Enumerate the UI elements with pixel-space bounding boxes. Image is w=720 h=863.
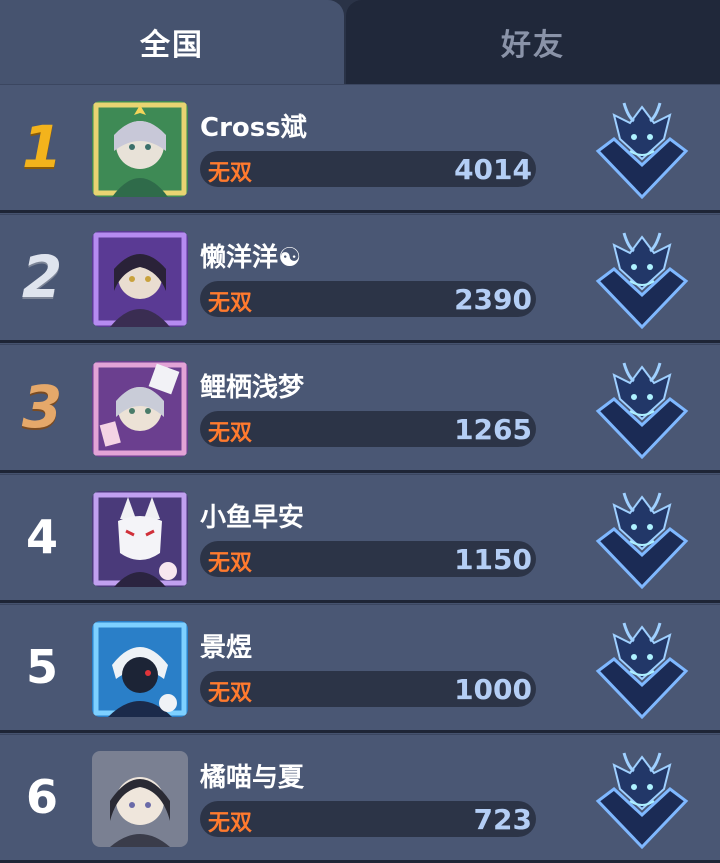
score-value: 1000 bbox=[454, 673, 532, 706]
player-name: 小鱼早安 bbox=[200, 503, 305, 533]
score-value: 2390 bbox=[454, 283, 532, 316]
player-avatar[interactable] bbox=[92, 491, 188, 587]
rank-tier-label: 无双 bbox=[208, 161, 253, 186]
score-value: 723 bbox=[473, 803, 532, 836]
player-avatar[interactable] bbox=[92, 231, 188, 327]
leaderboard-row-5[interactable]: 5 景煜 无双 1000 bbox=[0, 604, 720, 733]
tab-friends[interactable]: 好友 bbox=[346, 0, 720, 84]
player-name: 橘喵与夏 bbox=[200, 763, 305, 793]
rank-tier-label: 无双 bbox=[208, 681, 253, 706]
player-name: 鲤栖浅梦 bbox=[200, 373, 305, 403]
rank-tier-label: 无双 bbox=[208, 421, 253, 446]
dragon-rank-emblem-icon bbox=[594, 229, 690, 330]
leaderboard-row-4[interactable]: 4 小鱼早安 无双 1150 bbox=[0, 474, 720, 603]
player-avatar[interactable] bbox=[92, 621, 188, 717]
score-bar: 无双 1150 bbox=[200, 541, 536, 577]
dragon-rank-emblem-icon bbox=[594, 99, 690, 200]
rank-number: 6 bbox=[25, 770, 58, 824]
rank-tier-label: 无双 bbox=[208, 551, 253, 576]
leaderboard-list: 1 Cross斌 无双 4014 2 懒洋洋☯ 无双 2390 3 鲤栖浅梦 无… bbox=[0, 84, 720, 863]
dragon-rank-emblem-icon bbox=[594, 749, 690, 850]
dragon-rank-emblem-icon bbox=[594, 489, 690, 590]
rank-number: 2 bbox=[21, 243, 63, 311]
score-bar: 无双 4014 bbox=[200, 151, 536, 187]
leaderboard-row-2[interactable]: 2 懒洋洋☯ 无双 2390 bbox=[0, 214, 720, 343]
rank-number: 5 bbox=[25, 640, 58, 694]
player-name: 懒洋洋☯ bbox=[200, 243, 302, 273]
score-bar: 无双 1000 bbox=[200, 671, 536, 707]
score-value: 1150 bbox=[454, 543, 532, 576]
rank-tier-label: 无双 bbox=[208, 291, 253, 316]
player-avatar[interactable] bbox=[92, 361, 188, 457]
dragon-rank-emblem-icon bbox=[594, 619, 690, 720]
score-value: 4014 bbox=[454, 153, 532, 186]
player-name: 景煜 bbox=[200, 633, 253, 663]
leaderboard-row-3[interactable]: 3 鲤栖浅梦 无双 1265 bbox=[0, 344, 720, 473]
rank-number: 1 bbox=[21, 113, 63, 181]
leaderboard-tabs: 全国 好友 bbox=[0, 0, 720, 84]
leaderboard-row-1[interactable]: 1 Cross斌 无双 4014 bbox=[0, 84, 720, 213]
rank-tier-label: 无双 bbox=[208, 811, 253, 836]
score-bar: 无双 2390 bbox=[200, 281, 536, 317]
player-name: Cross斌 bbox=[200, 113, 307, 143]
player-avatar[interactable] bbox=[92, 101, 188, 197]
player-avatar[interactable] bbox=[92, 751, 188, 847]
rank-number: 4 bbox=[25, 510, 58, 564]
leaderboard-row-6[interactable]: 6 橘喵与夏 无双 723 bbox=[0, 734, 720, 863]
score-value: 1265 bbox=[454, 413, 532, 446]
rank-number: 3 bbox=[21, 373, 63, 441]
tab-national[interactable]: 全国 bbox=[0, 0, 344, 84]
score-bar: 无双 1265 bbox=[200, 411, 536, 447]
score-bar: 无双 723 bbox=[200, 801, 536, 837]
dragon-rank-emblem-icon bbox=[594, 359, 690, 460]
